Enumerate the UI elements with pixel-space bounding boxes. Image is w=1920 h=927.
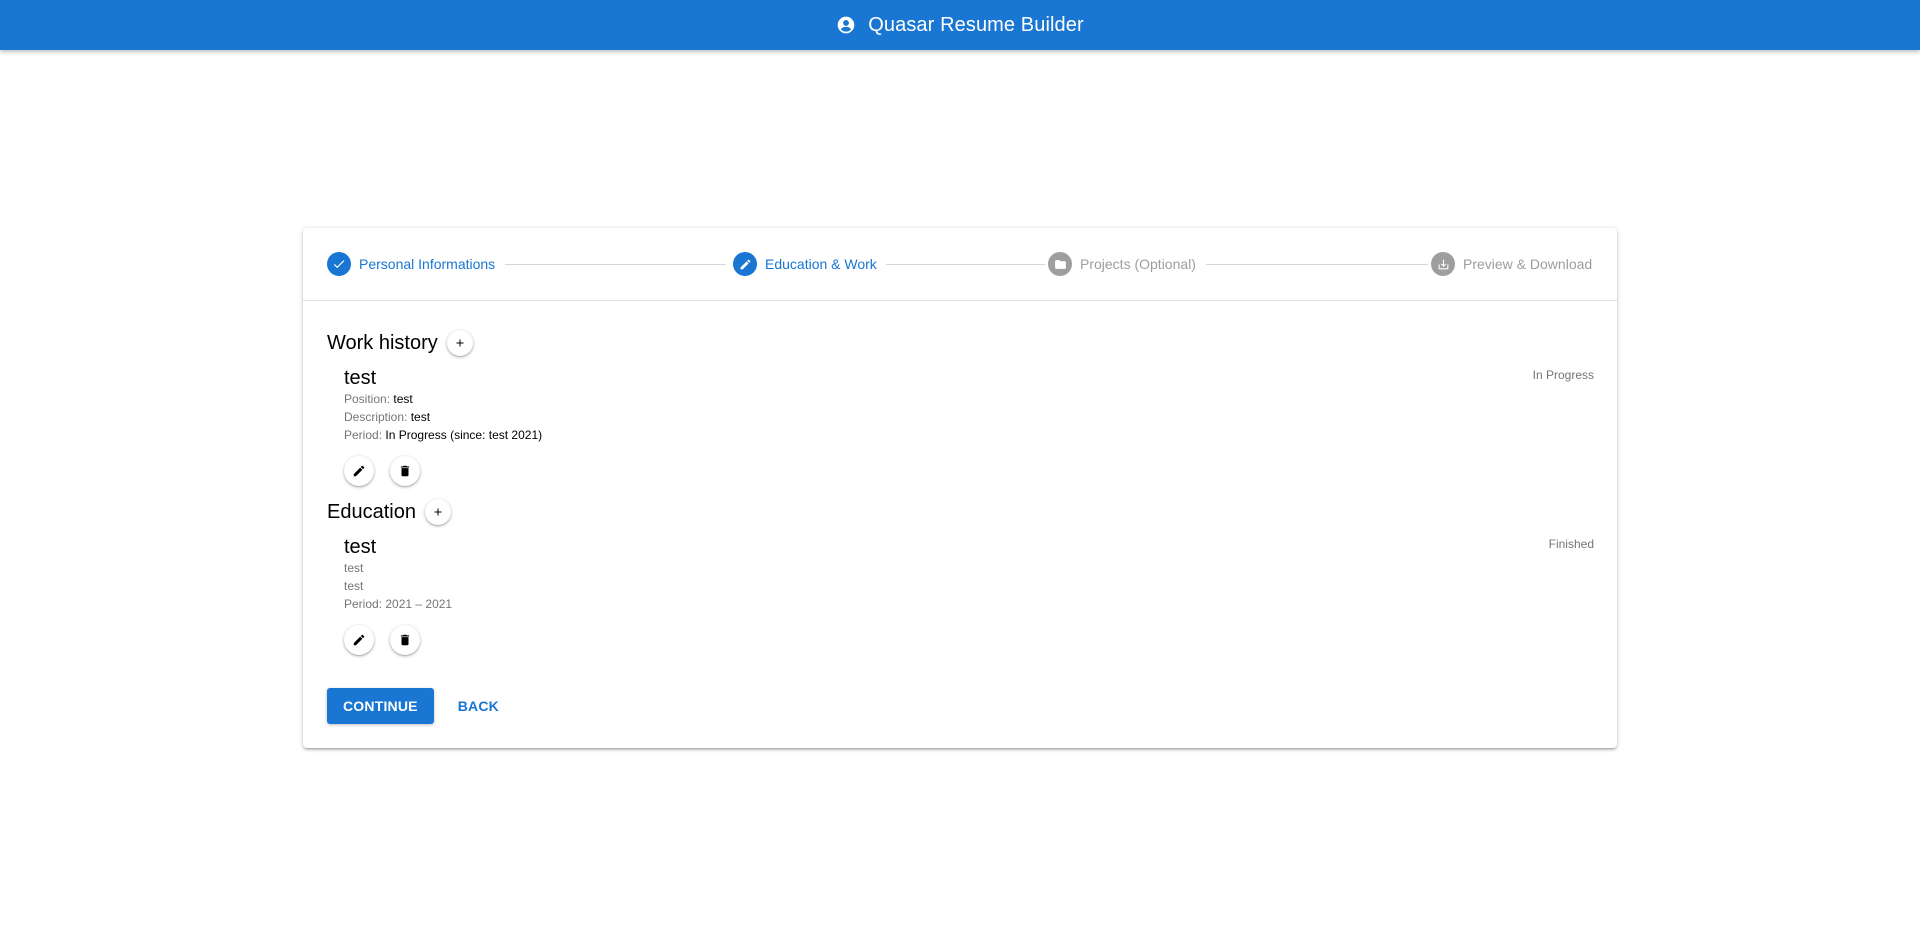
entry-line: test	[344, 561, 364, 575]
delete-work-button[interactable]	[390, 456, 420, 486]
entry-position: Position: test	[344, 392, 413, 406]
plus-icon	[456, 339, 464, 347]
step-label: Education & Work	[765, 256, 877, 272]
stepper-actions: CONTINUE BACK	[327, 688, 513, 724]
download-icon	[1431, 252, 1455, 276]
app-header: Quasar Resume Builder	[0, 0, 1920, 50]
delete-education-button[interactable]	[390, 625, 420, 655]
entry-period: Period: 2021 – 2021	[344, 597, 453, 611]
add-education-button[interactable]	[424, 499, 451, 525]
step-connector	[1206, 264, 1428, 265]
step-personal-informations[interactable]: Personal Informations	[327, 252, 495, 276]
step-label: Projects (Optional)	[1080, 256, 1196, 272]
edit-work-button[interactable]	[344, 456, 374, 486]
education-entry: test test test Period: 2021 – 2021 Finis…	[344, 535, 1594, 655]
back-button[interactable]: BACK	[444, 688, 513, 724]
step-label: Personal Informations	[359, 256, 496, 272]
entry-name: test	[344, 367, 377, 389]
edit-education-button[interactable]	[344, 625, 374, 655]
app-title: Quasar Resume Builder	[868, 13, 1084, 36]
step-projects[interactable]: Projects (Optional)	[1048, 252, 1196, 276]
pencil-icon	[353, 465, 365, 477]
entry-actions	[344, 625, 1594, 655]
status-badge: Finished	[1548, 537, 1594, 551]
step-preview-download[interactable]: Preview & Download	[1431, 252, 1592, 276]
check-icon	[327, 252, 351, 276]
entry-name: test	[344, 536, 377, 558]
step-education-work[interactable]: Education & Work	[733, 252, 877, 276]
entry-actions	[344, 456, 1594, 486]
plus-icon	[434, 508, 442, 516]
stepper-header: Personal Informations Education & Work P…	[303, 228, 1617, 301]
folder-icon	[1048, 252, 1072, 276]
account-circle-icon	[836, 15, 856, 35]
section-title: Work history	[327, 331, 438, 354]
work-history-heading: Work history	[327, 330, 473, 356]
status-badge: In Progress	[1532, 368, 1594, 382]
entry-period: Period: In Progress (since: test 2021)	[344, 428, 543, 442]
step-label: Preview & Download	[1463, 256, 1593, 272]
stepper-card: Personal Informations Education & Work P…	[303, 228, 1617, 748]
entry-description: Description: test	[344, 410, 431, 424]
pencil-icon	[353, 634, 365, 646]
education-heading: Education	[327, 499, 451, 525]
trash-icon	[400, 634, 410, 646]
step-connector	[886, 264, 1045, 265]
trash-icon	[400, 465, 410, 477]
header-title-wrap: Quasar Resume Builder	[836, 14, 1084, 37]
section-title: Education	[327, 500, 416, 523]
work-entry: test Position: test Description: test Pe…	[344, 366, 1594, 486]
step-connector	[505, 264, 726, 265]
entry-line: test	[344, 579, 364, 593]
continue-button[interactable]: CONTINUE	[327, 688, 434, 724]
pencil-icon	[733, 252, 757, 276]
add-work-button[interactable]	[446, 330, 473, 356]
